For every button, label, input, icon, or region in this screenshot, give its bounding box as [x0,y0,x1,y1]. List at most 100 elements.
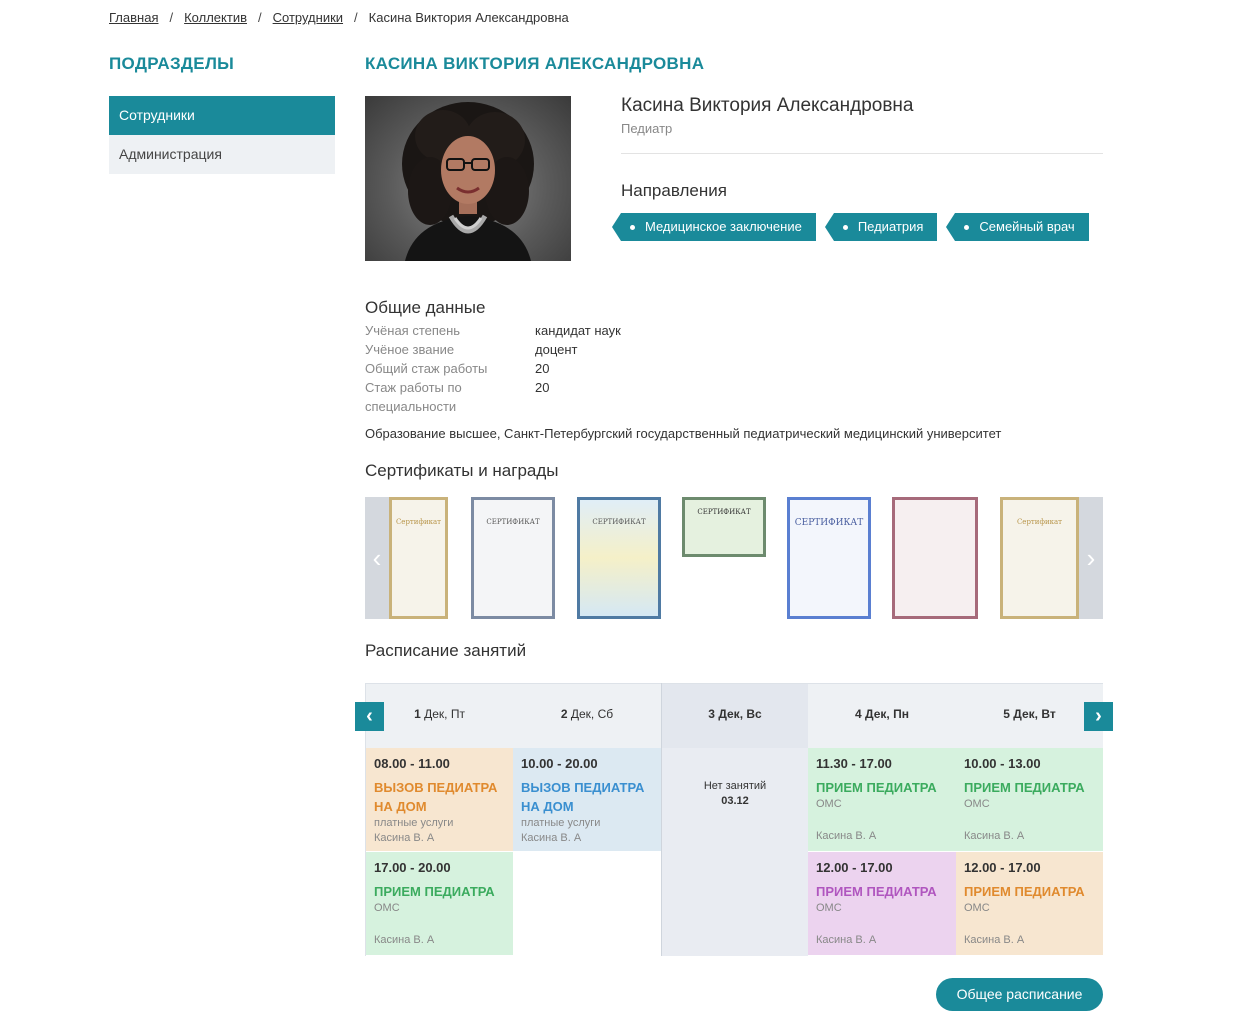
no-classes-notice: Нет занятий 03.12 [662,748,808,809]
event-time: 12.00 - 17.00 [964,860,1041,875]
breadcrumb: Главная / Коллектив / Сотрудники / Касин… [109,10,569,25]
event-type: ПРИЕМ ПЕДИАТРА [964,780,1085,795]
event-subtitle: платные услуги [374,817,454,829]
general-table: Учёная степень кандидат наук Учёное зван… [365,321,865,416]
certificates-title: Сертификаты и награды [365,461,559,480]
event-subtitle: ОМС [816,798,842,810]
sidebar-item-administration[interactable]: Администрация [109,135,335,174]
general-label: Учёная степень [365,323,461,338]
certificate-thumbnail[interactable]: СЕРТИФИКАТ [577,497,661,619]
general-label: Учёное звание [365,342,455,357]
event-type: ПРИЕМ ПЕДИАТРА [816,884,937,899]
event-doctor: Касина В. А [374,832,435,844]
event-type: ВЫЗОВ ПЕДИАТРА НА ДОМ [374,780,498,814]
event-doctor: Касина В. А [816,934,877,946]
schedule-day-column: 2 Дек, Сб 10.00 - 20.00 ВЫЗОВ ПЕДИАТРА Н… [513,683,661,956]
event-doctor: Касина В. А [521,832,582,844]
doctor-role: Педиатр [621,121,673,136]
tag-family-doctor[interactable]: Семейный врач [946,213,1089,241]
schedule-event[interactable]: 12.00 - 17.00 ПРИЕМ ПЕДИАТРА ОМС Касина … [808,852,956,956]
certificate-label: СЕРТИФИКАТ [592,518,646,526]
breadcrumb-separator: / [257,10,262,25]
day-date: 3 [708,707,715,721]
event-time: 10.00 - 20.00 [521,756,598,771]
doctor-photo [365,96,571,261]
schedule-event[interactable]: 10.00 - 20.00 ВЫЗОВ ПЕДИАТРА НА ДОМ плат… [513,748,661,852]
carousel-next-icon[interactable]: › [1079,497,1103,619]
directions-tags: Медицинское заключение Педиатрия Семейны… [612,213,1099,241]
general-value: кандидат наук [535,323,621,338]
carousel-prev-icon[interactable]: ‹ [365,497,389,619]
event-subtitle: ОМС [816,902,842,914]
breadcrumb-separator: / [169,10,174,25]
certificate-label: СЕРТИФИКАТ [486,518,540,526]
schedule-event[interactable]: 08.00 - 11.00 ВЫЗОВ ПЕДИАТРА НА ДОМ плат… [366,748,513,852]
day-date: 4 [855,707,862,721]
certificate-label: СЕРТИФИКАТ [697,508,751,516]
education-text: Образование высшее, Санкт-Петербургский … [365,426,1002,441]
event-doctor: Касина В. А [816,830,877,842]
event-type: ВЫЗОВ ПЕДИАТРА НА ДОМ [521,780,645,814]
event-type: ПРИЕМ ПЕДИАТРА [964,884,1085,899]
day-label: Дек, Пт [424,707,465,721]
event-type: ПРИЕМ ПЕДИАТРА [374,884,495,899]
schedule-grid: 1 Дек, Пт 08.00 - 11.00 ВЫЗОВ ПЕДИАТРА Н… [365,683,1103,956]
breadcrumb-current: Касина Виктория Александровна [368,10,569,25]
general-row: Общий стаж работы 20 [365,359,865,378]
certificates-carousel: Сертификат СЕРТИФИКАТ СЕРТИФИКАТ СЕРТИФИ… [365,497,1103,619]
breadcrumb-link-home[interactable]: Главная [109,10,158,25]
sidebar-menu: Сотрудники Администрация [109,96,335,174]
day-date: 5 [1003,707,1010,721]
schedule-day-column-today: 3 Дек, Вс Нет занятий 03.12 [661,683,809,956]
schedule-next-icon[interactable]: › [1084,702,1113,731]
general-row: Учёное звание доцент [365,340,865,359]
event-time: 17.00 - 20.00 [374,860,451,875]
schedule-prev-icon[interactable]: ‹ [355,702,384,731]
certificate-thumbnail[interactable]: СЕРТИФИКАТ [471,497,555,619]
event-doctor: Касина В. А [964,934,1025,946]
certificate-label: СЕРТИФИКАТ [794,518,864,528]
certificate-thumbnail[interactable]: Сертификат [1000,497,1079,619]
certificate-label: Сертификат [395,518,442,526]
schedule-event[interactable]: 11.30 - 17.00 ПРИЕМ ПЕДИАТРА ОМС Касина … [808,748,956,852]
breadcrumb-link-team[interactable]: Коллектив [184,10,247,25]
certificate-thumbnail[interactable] [892,497,978,619]
general-value: 20 [535,361,550,376]
day-header: 2 Дек, Сб [513,683,661,748]
day-header: 4 Дек, Пн [808,683,956,748]
breadcrumb-separator: / [354,10,358,25]
event-doctor: Касина В. А [374,934,435,946]
tag-pediatrics[interactable]: Педиатрия [824,213,938,241]
sidebar-item-employees[interactable]: Сотрудники [109,96,335,135]
certificate-thumbnail[interactable]: СЕРТИФИКАТ [787,497,871,619]
schedule-title: Расписание занятий [365,641,527,660]
event-time: 10.00 - 13.00 [964,756,1041,771]
no-classes-date: 03.12 [721,795,749,807]
doctor-name: Касина Виктория Александровна [621,95,914,116]
general-label: Общий стаж работы [365,361,488,376]
general-label: Стаж работы по специальности [365,380,462,414]
event-subtitle: ОМС [374,902,400,914]
day-header: 5 Дек, Вт [956,683,1103,748]
general-row: Стаж работы по специальности 20 [365,378,865,416]
schedule-event[interactable]: 10.00 - 13.00 ПРИЕМ ПЕДИАТРА ОМС Касина … [956,748,1103,852]
event-subtitle: ОМС [964,902,990,914]
breadcrumb-link-employees[interactable]: Сотрудники [273,10,343,25]
day-label: Дек, Вт [1013,707,1056,721]
sidebar-title: ПОДРАЗДЕЛЫ [109,54,235,73]
day-label: Дек, Пн [865,707,909,721]
certificate-thumbnail[interactable]: СЕРТИФИКАТ [682,497,766,557]
event-subtitle: платные услуги [521,817,601,829]
event-time: 12.00 - 17.00 [816,860,893,875]
schedule-day-column: 5 Дек, Вт 10.00 - 13.00 ПРИЕМ ПЕДИАТРА О… [956,683,1103,956]
schedule-event[interactable]: 17.00 - 20.00 ПРИЕМ ПЕДИАТРА ОМС Касина … [366,852,513,956]
tag-medical-conclusion[interactable]: Медицинское заключение [612,213,816,241]
certificate-label: Сертификат [1016,518,1063,526]
no-classes-text: Нет занятий [703,780,767,792]
day-header: 3 Дек, Вс [662,683,808,748]
schedule-event[interactable]: 12.00 - 17.00 ПРИЕМ ПЕДИАТРА ОМС Касина … [956,852,1103,956]
divider [621,153,1103,154]
certificate-thumbnail[interactable]: Сертификат [389,497,448,619]
full-schedule-button[interactable]: Общее расписание [936,978,1103,1011]
general-row: Учёная степень кандидат наук [365,321,865,340]
